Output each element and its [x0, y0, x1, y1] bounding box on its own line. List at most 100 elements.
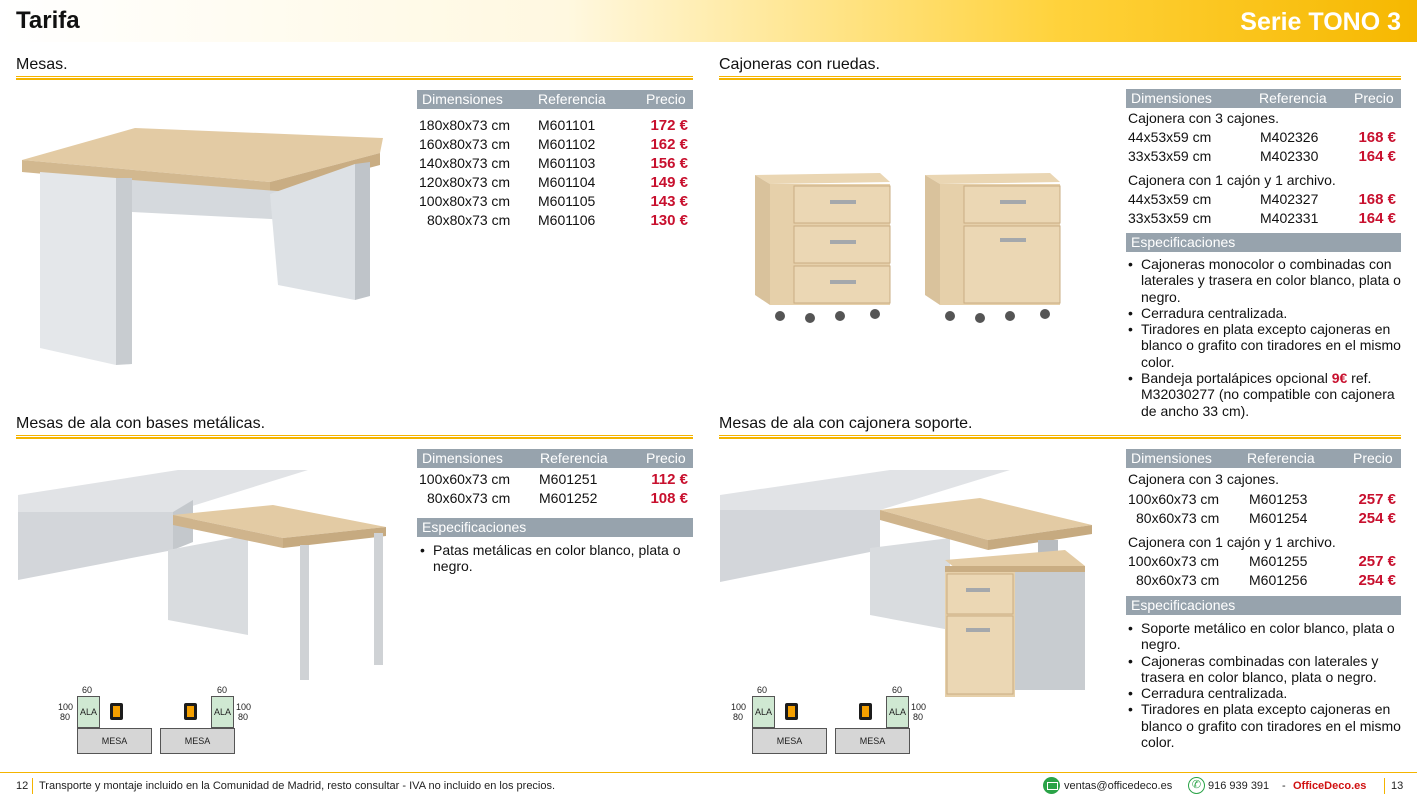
col-reference: Referencia — [1247, 450, 1315, 466]
phone-icon: ✆ — [1188, 777, 1205, 794]
dim-label: 80 — [913, 712, 924, 722]
dimension-cell: 140x80x73 cm — [419, 155, 511, 171]
reference-cell: M601102 — [538, 136, 596, 152]
table-row: 140x80x73 cm M601103 156 € — [417, 155, 693, 174]
table-row: 100x60x73 cm M601251 112 € — [417, 471, 693, 490]
mail-icon — [1043, 777, 1060, 794]
section-rule — [719, 76, 1401, 80]
mesa-box: MESA — [77, 728, 152, 754]
section-rule — [16, 435, 693, 439]
dim-label: 80 — [60, 712, 71, 722]
table-row: 120x80x73 cm M601104 149 € — [417, 174, 693, 193]
col-price: Precio — [1353, 450, 1393, 466]
table-header: Dimensiones Referencia Precio — [417, 449, 693, 468]
spec-item: Tiradores en plata excepto cajoneras en … — [1126, 321, 1406, 370]
price-cell: 112 € — [651, 471, 688, 488]
section-title-ala-cajonera: Mesas de ala con cajonera soporte. — [719, 415, 973, 432]
table-header: Dimensiones Referencia Precio — [417, 90, 693, 109]
ala-box: ALA — [211, 696, 234, 728]
dim-label: 100 — [731, 702, 747, 712]
group-label: Cajonera con 3 cajones. — [1128, 471, 1279, 487]
dim-label: 60 — [757, 685, 768, 695]
price-cell: 143 € — [650, 193, 688, 210]
footer-dash: - — [1282, 780, 1286, 792]
dimension-cell: 44x53x59 cm — [1128, 129, 1212, 145]
layout-diagram-left: 60 100 80 ALA MESA — [728, 683, 828, 755]
table-row: 44x53x59 cm M402327 168 € — [1126, 191, 1401, 210]
reference-cell: M601253 — [1249, 491, 1308, 507]
col-reference: Referencia — [540, 450, 608, 466]
reference-cell: M601252 — [539, 490, 598, 506]
ala-box: ALA — [886, 696, 909, 728]
table-header: Dimensiones Referencia Precio — [1126, 89, 1401, 108]
reference-cell: M601255 — [1249, 553, 1308, 569]
price-cell: 130 € — [650, 212, 688, 229]
price-cell: 257 € — [1358, 491, 1396, 508]
footer-phone[interactable]: 916 939 391 — [1208, 780, 1269, 792]
spec-item: Soporte metálico en color blanco, plata … — [1126, 620, 1401, 653]
table-row: 80x60x73 cm M601254 254 € — [1126, 510, 1401, 529]
dimension-cell: 80x60x73 cm — [1136, 572, 1220, 588]
footer-separator — [1384, 778, 1385, 794]
price-cell: 254 € — [1358, 510, 1396, 527]
chair-icon — [859, 703, 872, 720]
dimension-cell: 80x60x73 cm — [427, 490, 511, 506]
price-cell: 108 € — [650, 490, 688, 507]
table-row: 100x60x73 cm M601255 257 € — [1126, 553, 1401, 572]
dimension-cell: 160x80x73 cm — [419, 136, 511, 152]
table-row: 180x80x73 cm M601101 172 € — [417, 117, 693, 136]
reference-cell: M402330 — [1260, 148, 1319, 164]
dimension-cell: 100x60x73 cm — [1128, 491, 1220, 507]
dimension-cell: 80x60x73 cm — [1136, 510, 1220, 526]
col-dimensions: Dimensiones — [422, 91, 503, 107]
mesa-box: MESA — [160, 728, 235, 754]
section-title-cajoneras: Cajoneras con ruedas. — [719, 56, 880, 73]
spec-item: Cajoneras monocolor o combinadas con lat… — [1126, 256, 1406, 305]
footer-email[interactable]: ventas@officedeco.es — [1064, 780, 1172, 792]
dim-label: 100 — [58, 702, 74, 712]
dim-label: 80 — [733, 712, 744, 722]
col-dimensions: Dimensiones — [1131, 450, 1212, 466]
table-row: 100x60x73 cm M601253 257 € — [1126, 491, 1401, 510]
spec-item: Patas metálicas en color blanco, plata o… — [418, 542, 693, 575]
dim-label: 100 — [911, 702, 927, 712]
desk-image — [22, 128, 383, 365]
price-cell: 156 € — [650, 155, 688, 172]
footer-note: Transporte y montaje incluido en la Comu… — [39, 780, 556, 792]
reference-cell: M601103 — [538, 155, 596, 171]
footer-brand[interactable]: OfficeDeco.es — [1293, 780, 1366, 792]
page-number-right: 13 — [1391, 780, 1404, 792]
table-row: 33x53x59 cm M402330 164 € — [1126, 148, 1401, 167]
reference-cell: M601101 — [538, 117, 596, 133]
table-row: 80x60x73 cm M601256 254 € — [1126, 572, 1401, 591]
layout-diagram-right: 60 100 80 ALA MESA — [835, 683, 935, 755]
price-cell: 149 € — [650, 174, 688, 191]
price-cell: 257 € — [1358, 553, 1396, 570]
ala-box: ALA — [752, 696, 775, 728]
desk-with-pedestal-support-image — [720, 470, 1092, 697]
group-label: Cajonera con 1 cajón y 1 archivo. — [1128, 172, 1336, 188]
table-row: 33x53x59 cm M402331 164 € — [1126, 210, 1401, 229]
chair-icon — [110, 703, 123, 720]
dimension-cell: 33x53x59 cm — [1128, 210, 1212, 226]
col-reference: Referencia — [538, 91, 606, 107]
price-cell: 168 € — [1358, 129, 1396, 146]
spec-text: Bandeja portalápices opcional — [1141, 370, 1332, 387]
spec-item: Cajoneras combinadas con laterales y tra… — [1126, 653, 1401, 686]
group-label: Cajonera con 1 cajón y 1 archivo. — [1128, 534, 1336, 550]
col-price: Precio — [646, 91, 686, 107]
table-header: Dimensiones Referencia Precio — [1126, 449, 1401, 468]
spec-item: Cerradura centralizada. — [1126, 685, 1401, 702]
chair-icon — [785, 703, 798, 720]
spec-item: Tiradores en plata excepto cajoneras en … — [1126, 701, 1401, 750]
mobile-pedestals-image — [755, 173, 1061, 323]
chair-icon — [184, 703, 197, 720]
section-title-ala-metal: Mesas de ala con bases metálicas. — [16, 415, 266, 432]
tray-price: 9€ — [1331, 370, 1348, 387]
dimension-cell: 100x60x73 cm — [419, 471, 511, 487]
table-row: 80x60x73 cm M601252 108 € — [417, 490, 693, 509]
price-cell: 162 € — [650, 136, 688, 153]
series-title: Serie TONO 3 — [1240, 8, 1401, 36]
dimension-cell: 100x80x73 cm — [419, 193, 511, 209]
table-row: 44x53x59 cm M402326 168 € — [1126, 129, 1401, 148]
